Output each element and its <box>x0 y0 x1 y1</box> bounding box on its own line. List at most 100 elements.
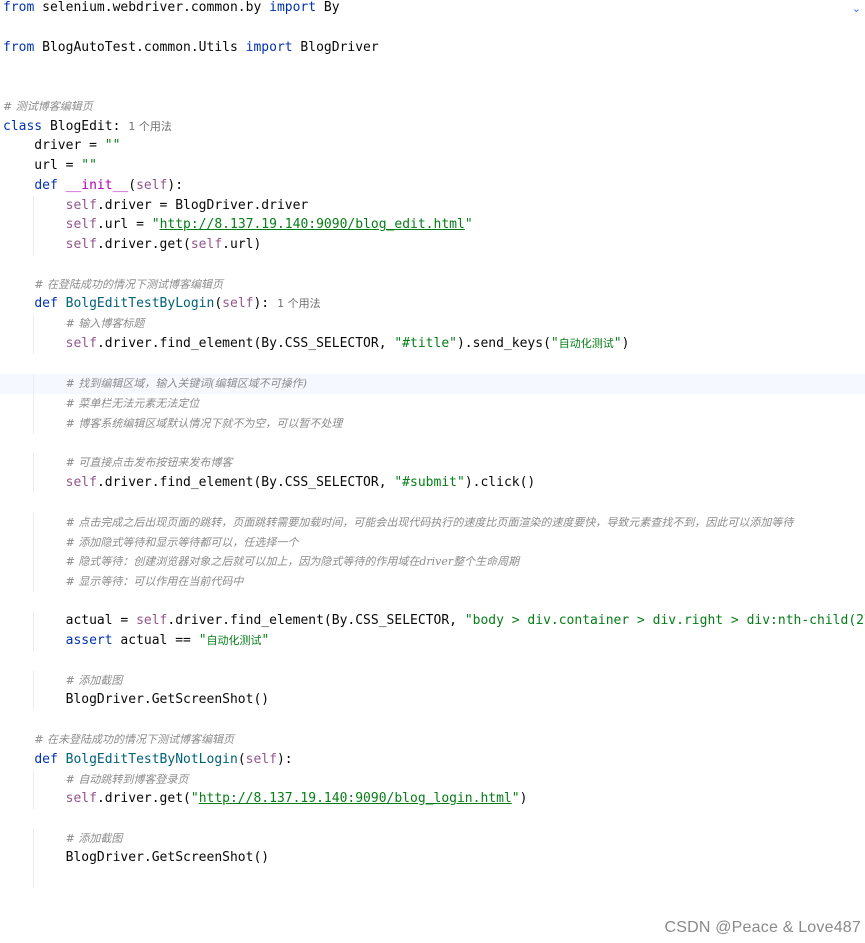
code-comment: # 添加隐式等待和显示等待都可以，任选择一个 <box>65 536 299 549</box>
code-text: actual = <box>65 613 137 628</box>
string-quote: " <box>198 633 207 648</box>
code-comment: # 输入博客标题 <box>65 317 145 330</box>
code-text: .url = <box>96 217 152 232</box>
string-quote: " <box>151 217 160 232</box>
code-line-44: BlogDriver.GetScreenShot() <box>0 848 865 868</box>
keyword-assert: assert <box>65 633 113 648</box>
code-text: actual == <box>112 633 199 648</box>
keyword-import: import <box>269 0 317 15</box>
self-keyword: self <box>65 336 97 351</box>
string-quote: " <box>464 217 473 232</box>
keyword-import: import <box>245 40 293 55</box>
string-quote: " <box>261 633 270 648</box>
self-keyword: self <box>245 752 277 767</box>
code-line-7: class BlogEdit: 1 个用法 <box>0 117 865 137</box>
code-line-1: from selenium.webdriver.common.by import… <box>0 0 865 18</box>
usage-hint[interactable]: 1 个用法 <box>277 297 321 310</box>
string-quote: " <box>190 791 199 806</box>
function-name: __init__ <box>65 178 129 193</box>
code-line-41: self.driver.get("http://8.137.19.140:909… <box>0 789 865 809</box>
self-keyword: self <box>65 198 97 213</box>
code-comment: # 菜单栏无法元素无法定位 <box>65 397 200 410</box>
keyword-class: class <box>3 119 43 134</box>
code-text: driver = <box>3 138 105 153</box>
url-link[interactable]: http://8.137.19.140:9090/blog_edit.html <box>160 217 465 232</box>
code-text: ).click() <box>464 475 536 490</box>
code-line-43: # 添加截图 <box>0 829 865 849</box>
function-name: BolgEditTestByLogin <box>65 296 215 311</box>
code-comment: # 在登陆成功的情况下测试博客编辑页 <box>34 278 224 291</box>
code-text: BlogDriver.GetScreenShot() <box>65 850 270 865</box>
paren-close: ): <box>253 296 270 311</box>
code-line-30: # 显示等待：可以作用在当前代码中 <box>0 572 865 592</box>
code-comment: # 在未登陆成功的情况下测试博客编辑页 <box>34 733 235 746</box>
code-comment: # 自动跳转到博客登录页 <box>65 773 189 786</box>
code-line-3: from BlogAutoTest.common.Utils import Bl… <box>0 38 865 58</box>
code-comment: # 隐式等待：创建浏览器对象之后就可以加上，因为隐式等待的作用域在driver整… <box>65 555 520 568</box>
code-line-17: # 输入博客标题 <box>0 314 865 334</box>
code-line-13: self.driver.get(self.url) <box>0 235 865 255</box>
code-line-12: self.url = "http://8.137.19.140:9090/blo… <box>0 215 865 235</box>
code-line-35: # 添加截图 <box>0 671 865 691</box>
code-text: .url) <box>222 237 262 252</box>
self-keyword: self <box>136 613 168 628</box>
usage-hint[interactable]: 1 个用法 <box>128 120 172 133</box>
string-literal: 自动化测试 <box>558 337 614 350</box>
paren-close: ): <box>167 178 184 193</box>
code-comment: # 测试博客编辑页 <box>3 100 93 113</box>
string-quote: " <box>613 336 622 351</box>
code-text: .driver = BlogDriver.driver <box>96 198 309 213</box>
code-text: BlogDriver.GetScreenShot() <box>65 692 270 707</box>
code-line-32: actual = self.driver.find_element(By.CSS… <box>0 611 865 631</box>
paren-close: ) <box>519 791 528 806</box>
code-line-9: url = "" <box>0 156 865 176</box>
keyword-from: from <box>3 0 35 15</box>
string-literal: "body > div.container > div.right > div:… <box>464 613 865 628</box>
keyword-from: from <box>3 40 35 55</box>
keyword-def: def <box>34 178 58 193</box>
code-line-33: assert actual == "自动化测试" <box>0 631 865 651</box>
paren-open: ( <box>214 296 223 311</box>
import-name: BlogDriver <box>292 40 379 55</box>
self-keyword: self <box>65 475 97 490</box>
watermark: CSDN @Peace & Love487 <box>664 919 861 936</box>
paren-open: ( <box>237 752 246 767</box>
code-line-40: # 自动跳转到博客登录页 <box>0 770 865 790</box>
code-text: .driver.find_element(By.CSS_SELECTOR, <box>167 613 465 628</box>
code-line-38: # 在未登陆成功的情况下测试博客编辑页 <box>0 730 865 750</box>
code-text: .driver.find_element(By.CSS_SELECTOR, <box>96 475 395 490</box>
code-comment: # 添加截图 <box>65 674 123 687</box>
code-line-15: # 在登陆成功的情况下测试博客编辑页 <box>0 275 865 295</box>
code-line-45 <box>0 868 865 888</box>
code-line-22: # 博客系统编辑区域默认情况下就不为空，可以暂不处理 <box>0 414 865 434</box>
import-name: By <box>316 0 340 15</box>
string-literal: "#title" <box>394 336 457 351</box>
url-link[interactable]: http://8.137.19.140:9090/blog_login.html <box>199 791 512 806</box>
paren-close: ): <box>276 752 293 767</box>
code-editor[interactable]: ⌄ from selenium.webdriver.common.by impo… <box>0 0 865 943</box>
code-line-27: # 点击完成之后出现页面的跳转，页面跳转需要加载时间，可能会出现代码执行的速度比… <box>0 513 865 533</box>
code-text: .driver.find_element(By.CSS_SELECTOR, <box>96 336 395 351</box>
code-text: url = <box>3 158 82 173</box>
code-comment: # 可直接点击发布按钮来发布博客 <box>65 456 233 469</box>
code-line-24: # 可直接点击发布按钮来发布博客 <box>0 453 865 473</box>
function-name: BolgEditTestByNotLogin <box>65 752 238 767</box>
string-literal: "" <box>81 158 97 173</box>
